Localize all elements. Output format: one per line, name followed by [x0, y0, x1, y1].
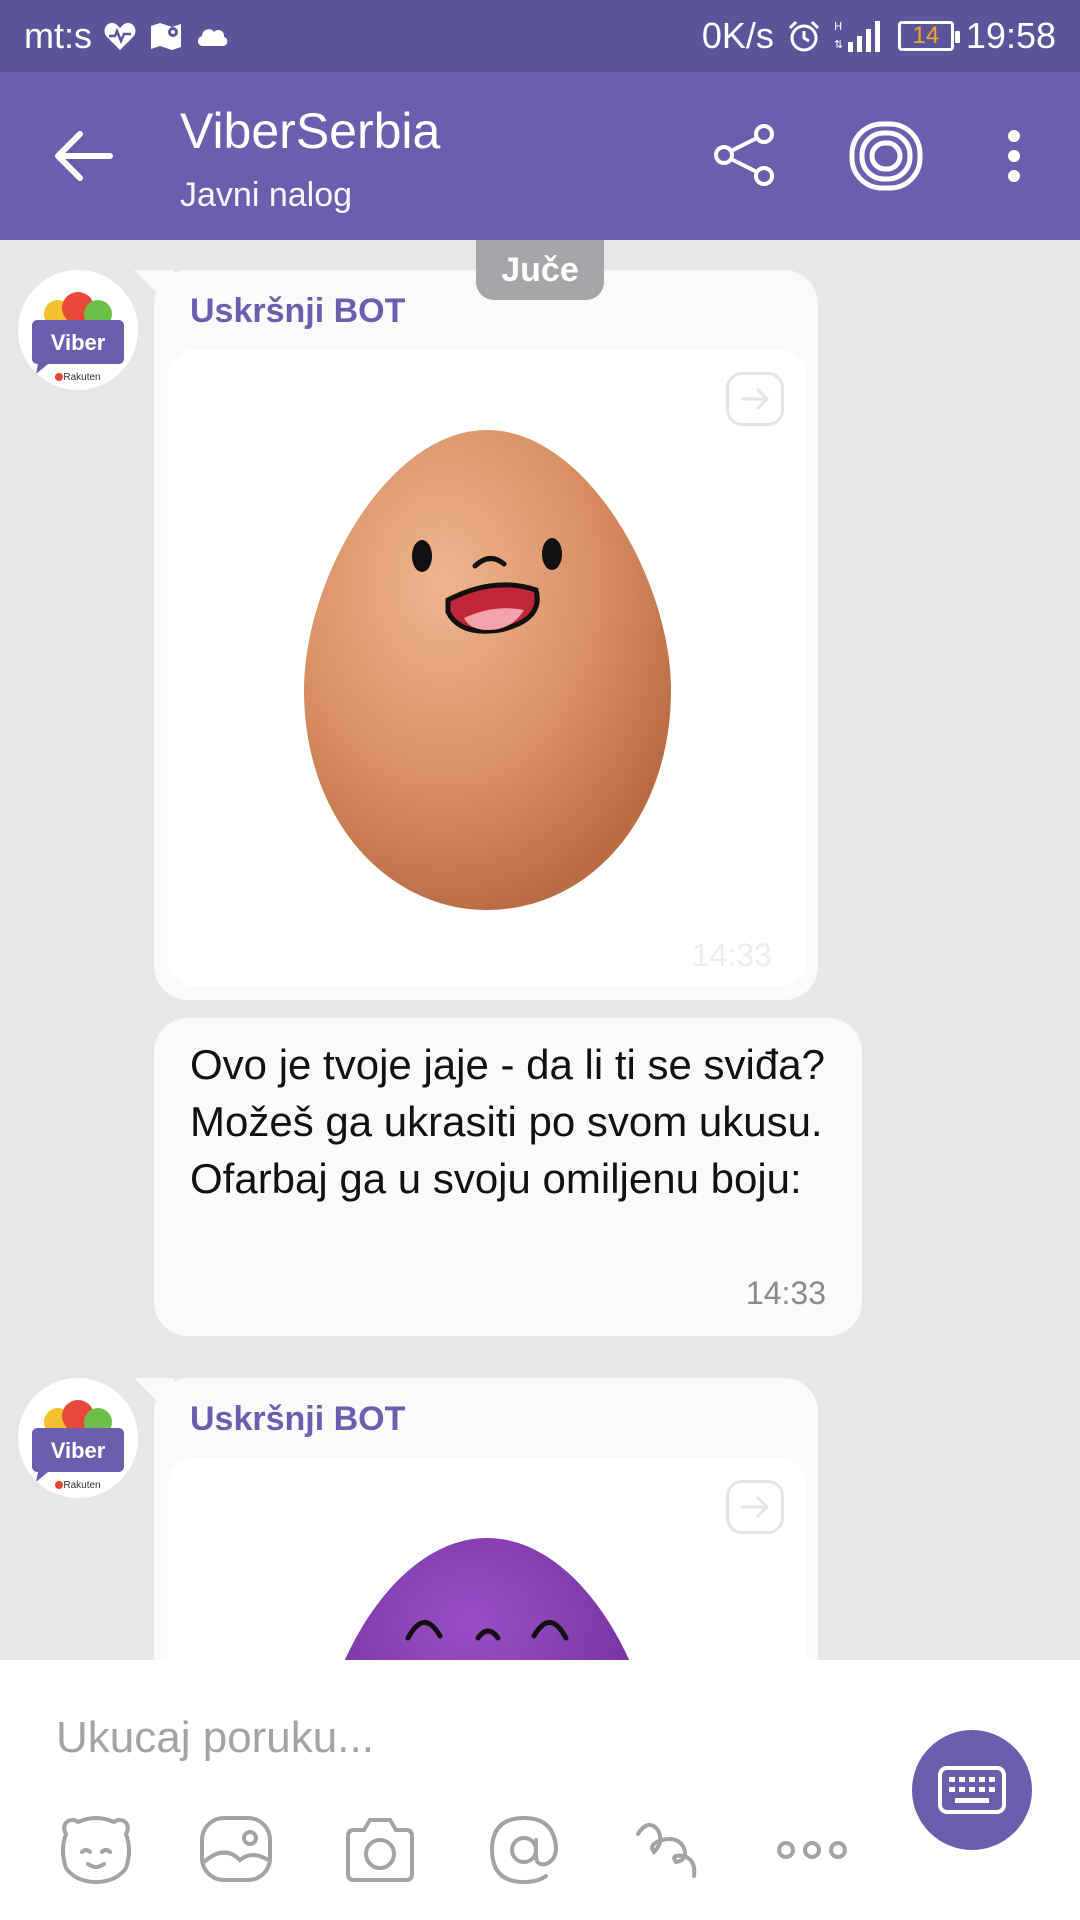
net-speed: 0K/s	[701, 15, 774, 56]
more-vert-icon[interactable]	[996, 128, 1032, 184]
date-separator: Juče	[476, 240, 604, 300]
share-icon[interactable]	[712, 122, 778, 188]
forward-icon[interactable]	[726, 372, 784, 426]
sticker-icon[interactable]	[56, 1810, 136, 1890]
message-bubble-image[interactable]: Uskršnji BOT	[154, 270, 818, 1000]
status-right: 0K/s H ⇅ 14 19:58	[701, 15, 1056, 56]
chat-subtitle: Javni nalog	[180, 176, 353, 214]
gallery-icon[interactable]	[196, 1810, 276, 1890]
battery-icon: 14	[897, 21, 960, 51]
svg-text:Rakuten: Rakuten	[63, 372, 100, 383]
svg-text:Viber: Viber	[51, 330, 106, 355]
chat-area[interactable]: Viber Rakuten Uskršnji BOT 14:33 Ovo je …	[0, 240, 1080, 1660]
chat-title[interactable]: ViberSerbia	[180, 102, 440, 160]
composer-bar	[0, 1660, 1080, 1920]
at-icon[interactable]	[484, 1810, 564, 1890]
status-left: mt:s	[24, 15, 230, 56]
purple-egg-image	[344, 1538, 630, 1660]
svg-text:H: H	[834, 20, 842, 33]
svg-text:Viber: Viber	[51, 1438, 106, 1463]
bot-avatar[interactable]: Viber Rakuten	[18, 1378, 138, 1498]
forward-icon[interactable]	[726, 1480, 784, 1534]
back-arrow-icon[interactable]	[44, 116, 124, 196]
concentric-rings-icon[interactable]	[848, 118, 924, 194]
keyboard-button[interactable]	[912, 1730, 1032, 1850]
more-horiz-icon[interactable]	[772, 1810, 852, 1890]
heart-pulse-icon	[104, 23, 136, 50]
brown-egg-image	[304, 430, 671, 910]
doodle-icon[interactable]	[628, 1810, 708, 1890]
egg-image-card[interactable]: 14:33	[168, 350, 806, 986]
cloud-icon	[197, 29, 228, 46]
map-icon	[151, 23, 181, 50]
message-text: Ovo je tvoje jaje - da li ti se sviđa? M…	[190, 1041, 825, 1202]
keyboard-icon	[938, 1766, 1006, 1814]
svg-text:Rakuten: Rakuten	[63, 1480, 100, 1491]
message-input[interactable]	[56, 1708, 876, 1768]
alarm-icon	[788, 20, 819, 52]
message-bubble-text[interactable]: Ovo je tvoje jaje - da li ti se sviđa? M…	[154, 1018, 862, 1336]
sender-name[interactable]: Uskršnji BOT	[190, 1400, 405, 1439]
viber-avatar-image: Viber Rakuten	[32, 292, 124, 383]
message-timestamp: 14:33	[745, 1275, 826, 1311]
image-timestamp: 14:33	[691, 937, 772, 973]
status-bar: mt:s 0K/s H ⇅ 14 19:58	[0, 0, 1080, 72]
carrier-label: mt:s	[24, 15, 92, 56]
camera-icon[interactable]	[340, 1810, 420, 1890]
egg-image-card[interactable]	[168, 1458, 806, 1660]
app-bar: ViberSerbia Javni nalog	[0, 72, 1080, 240]
svg-text:⇅: ⇅	[834, 38, 843, 51]
bot-avatar[interactable]: Viber Rakuten	[18, 270, 138, 390]
sender-name[interactable]: Uskršnji BOT	[190, 292, 405, 331]
viber-avatar-image: Viber Rakuten	[32, 1400, 124, 1491]
clock: 19:58	[965, 15, 1056, 56]
message-bubble-image[interactable]: Uskršnji BOT	[154, 1378, 818, 1660]
signal-icon: H ⇅	[834, 20, 880, 52]
